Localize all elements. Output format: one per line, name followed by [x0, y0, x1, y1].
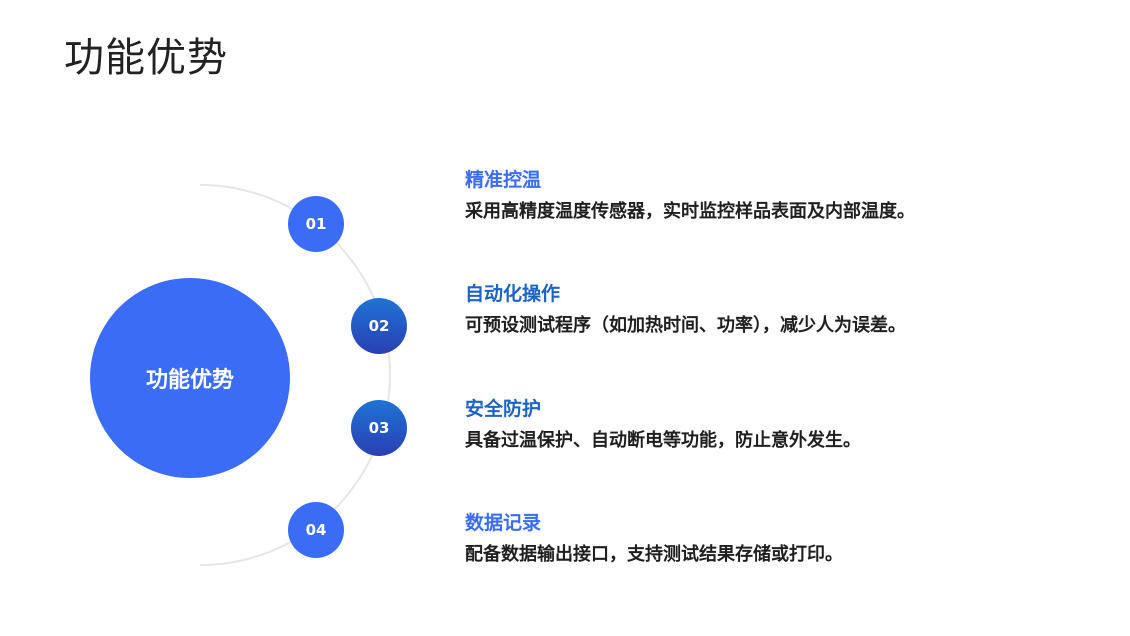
- center-label: 功能优势: [145, 368, 234, 393]
- feature-item-03: 安全防护 具备过温保护、自动断电等功能，防止意外发生。: [465, 396, 861, 454]
- node-number-02: 02: [368, 317, 390, 335]
- node-number-03: 03: [368, 419, 390, 437]
- feature-item-02: 自动化操作 可预设测试程序（如加热时间、功率），减少人为误差。: [465, 281, 906, 339]
- node-number-01: 01: [305, 215, 327, 233]
- feature-title: 数据记录: [465, 512, 542, 534]
- feature-item-04: 数据记录 配备数据输出接口，支持测试结果存储或打印。: [465, 510, 843, 568]
- feature-description: 可预设测试程序（如加热时间、功率），减少人为误差。: [465, 315, 906, 336]
- feature-title: 自动化操作: [465, 283, 561, 305]
- node-number-04: 04: [305, 521, 327, 539]
- feature-description: 具备过温保护、自动断电等功能，防止意外发生。: [465, 430, 861, 451]
- feature-description: 采用高精度温度传感器，实时监控样品表面及内部温度。: [465, 201, 915, 222]
- feature-title: 安全防护: [465, 398, 542, 420]
- feature-description: 配备数据输出接口，支持测试结果存储或打印。: [465, 544, 843, 565]
- feature-title: 精准控温: [465, 169, 542, 191]
- feature-item-01: 精准控温 采用高精度温度传感器，实时监控样品表面及内部温度。: [465, 167, 915, 225]
